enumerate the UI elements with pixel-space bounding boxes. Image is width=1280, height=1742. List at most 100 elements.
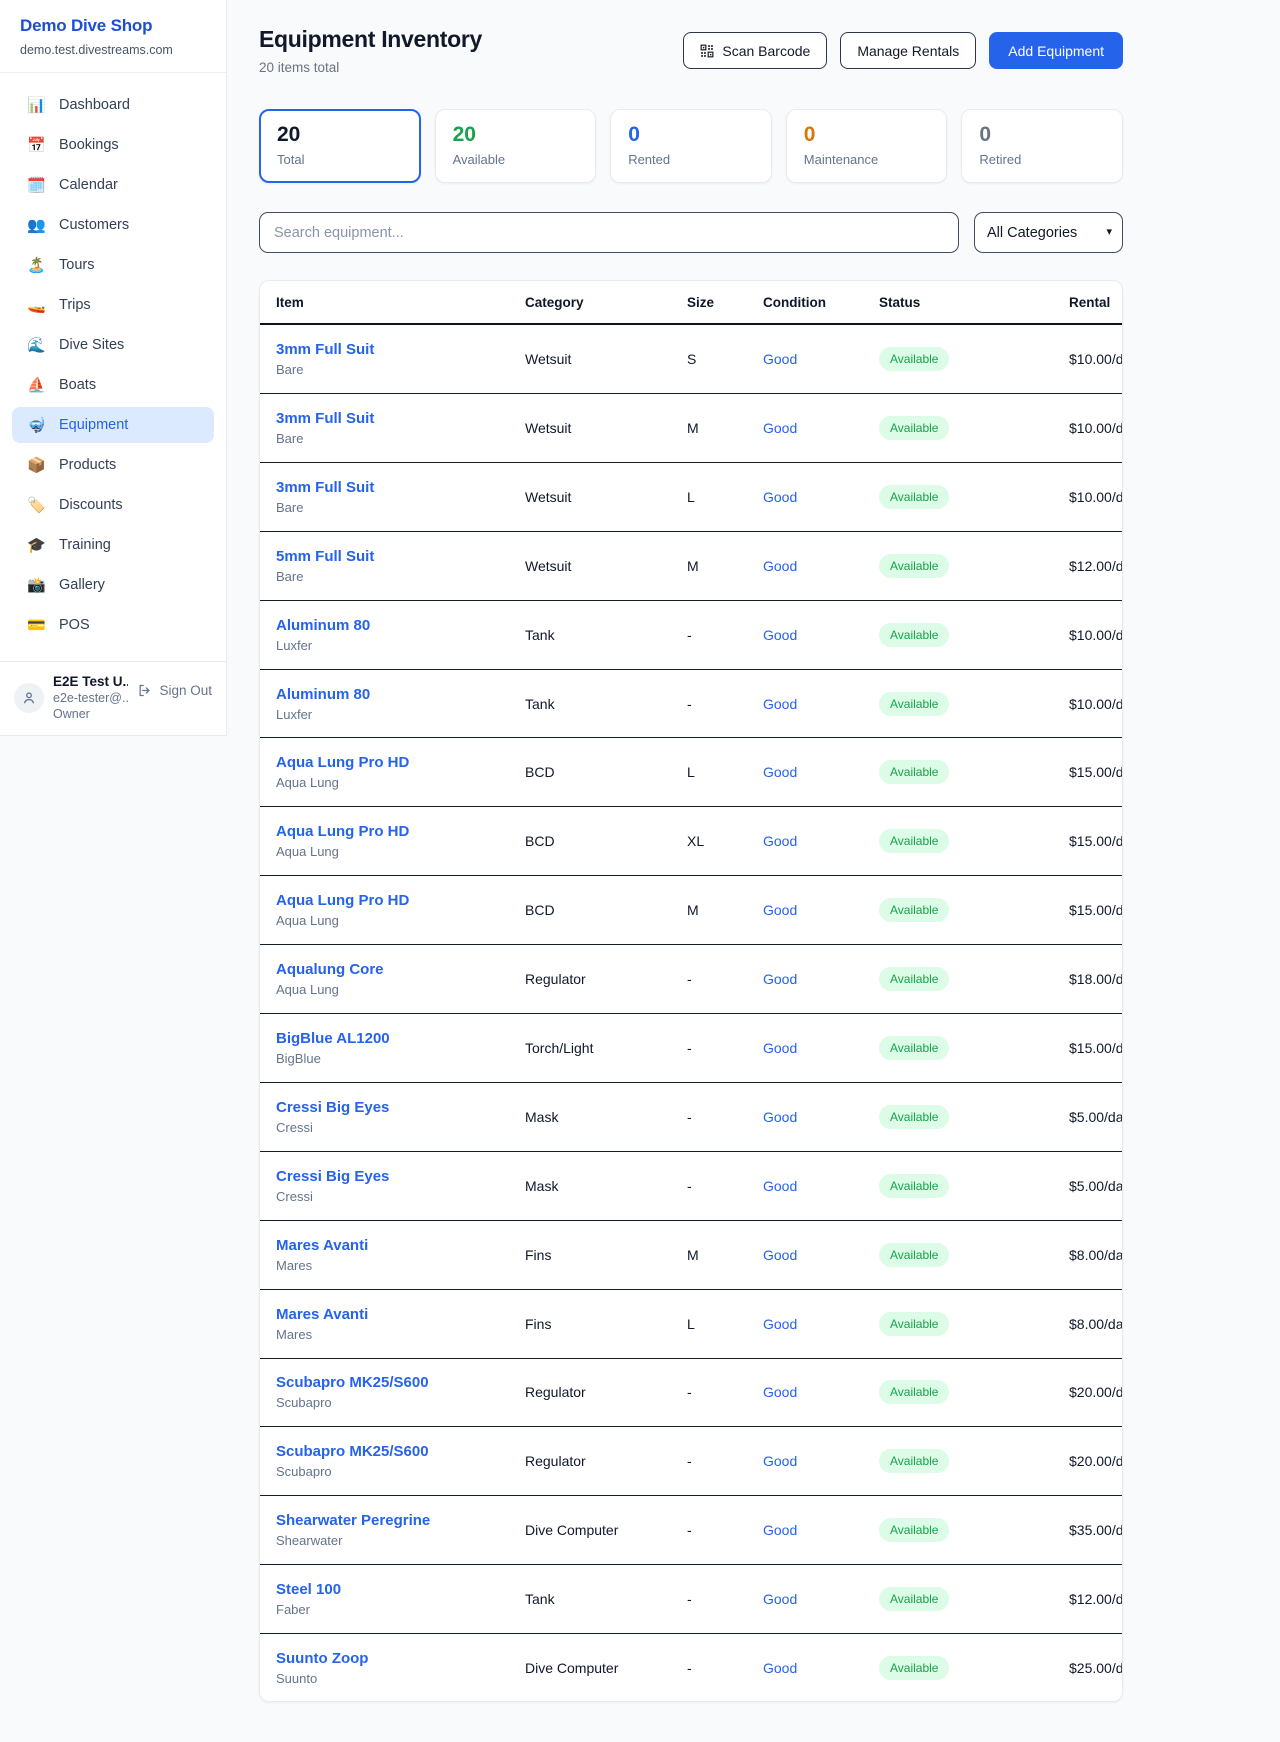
item-cell: Aqua Lung Pro HDAqua Lung [276,823,525,859]
condition-link[interactable]: Good [763,1660,879,1676]
item-brand: Faber [276,1602,525,1617]
status-cell: Available [879,1243,1069,1267]
status-badge: Available [879,1587,949,1611]
rental-cell: $15.00/day [1069,902,1123,918]
item-name-link[interactable]: Steel 100 [276,1581,525,1598]
condition-link[interactable]: Good [763,489,879,505]
item-name-link[interactable]: 3mm Full Suit [276,341,525,358]
item-name-link[interactable]: 3mm Full Suit [276,410,525,427]
item-cell: Cressi Big EyesCressi [276,1099,525,1135]
status-cell: Available [879,760,1069,784]
item-brand: Bare [276,569,525,584]
category-cell: Wetsuit [525,489,687,505]
condition-link[interactable]: Good [763,1316,879,1332]
stat-card-retired[interactable]: 0Retired [961,109,1123,183]
condition-link[interactable]: Good [763,627,879,643]
condition-link[interactable]: Good [763,696,879,712]
item-name-link[interactable]: BigBlue AL1200 [276,1030,525,1047]
condition-link[interactable]: Good [763,1178,879,1194]
category-cell: Torch/Light [525,1040,687,1056]
sign-out-button[interactable]: Sign Out [137,683,212,698]
condition-link[interactable]: Good [763,971,879,987]
condition-link[interactable]: Good [763,1247,879,1263]
condition-link[interactable]: Good [763,1384,879,1400]
sidebar-item-products[interactable]: 📦Products [12,447,214,483]
sidebar-item-tours[interactable]: 🏝️Tours [12,247,214,283]
item-name-link[interactable]: Shearwater Peregrine [276,1512,525,1529]
search-input[interactable] [259,212,959,253]
person-icon [21,690,37,706]
calendar-date-icon: 📅 [27,136,46,154]
item-name-link[interactable]: Cressi Big Eyes [276,1168,525,1185]
sidebar-item-trips[interactable]: 🚤Trips [12,287,214,323]
item-name-link[interactable]: Aluminum 80 [276,686,525,703]
condition-link[interactable]: Good [763,764,879,780]
item-name-link[interactable]: Aqua Lung Pro HD [276,892,525,909]
sidebar-item-boats[interactable]: ⛵Boats [12,367,214,403]
condition-link[interactable]: Good [763,1040,879,1056]
scan-barcode-button[interactable]: Scan Barcode [683,32,827,69]
category-cell: Fins [525,1316,687,1332]
sidebar-item-dive-sites[interactable]: 🌊Dive Sites [12,327,214,363]
status-badge: Available [879,1243,949,1267]
item-cell: Steel 100 Faber [276,1581,525,1617]
category-select[interactable]: All Categories [974,212,1123,253]
table-row: Cressi Big EyesCressiMask-GoodAvailable$… [260,1083,1122,1152]
category-select-wrap: All Categories ▾ [974,212,1123,253]
page-title-block: Equipment Inventory 20 items total [259,26,482,75]
sidebar-item-gallery[interactable]: 📸Gallery [12,567,214,603]
sidebar-item-training[interactable]: 🎓Training [12,527,214,563]
header-actions: Scan Barcode Manage Rentals Add Equipmen… [683,32,1123,69]
item-cell: Suunto Zoop Suunto [276,1650,525,1686]
add-equipment-button[interactable]: Add Equipment [989,32,1123,69]
barcode-scan-icon [700,44,714,58]
sidebar-item-dashboard[interactable]: 📊Dashboard [12,87,214,123]
item-name-link[interactable]: Aqualung Core [276,961,525,978]
condition-link[interactable]: Good [763,420,879,436]
item-name-link[interactable]: Suunto Zoop [276,1650,525,1667]
condition-link[interactable]: Good [763,1453,879,1469]
item-name-link[interactable]: Scubapro MK25/S600 [276,1443,525,1460]
sidebar-item-label: Products [59,457,116,473]
sidebar-item-customers[interactable]: 👥Customers [12,207,214,243]
sidebar-item-pos[interactable]: 💳POS [12,607,214,643]
item-name-link[interactable]: Aluminum 80 [276,617,525,634]
status-cell: Available [879,829,1069,853]
item-name-link[interactable]: Aqua Lung Pro HD [276,754,525,771]
item-name-link[interactable]: Mares Avanti [276,1306,525,1323]
stat-card-available[interactable]: 20Available [435,109,597,183]
sidebar-item-bookings[interactable]: 📅 Bookings [12,127,214,163]
stat-card-maintenance[interactable]: 0Maintenance [786,109,948,183]
rental-cell: $20.00/day [1069,1453,1123,1469]
condition-link[interactable]: Good [763,1109,879,1125]
sidebar-nav: 📊Dashboard 📅 Bookings 🗓️Calendar 👥Customers 🏝… [0,73,226,653]
condition-link[interactable]: Good [763,1522,879,1538]
logout-icon [137,683,152,698]
item-brand: Suunto [276,1671,525,1686]
condition-link[interactable]: Good [763,1591,879,1607]
sidebar-item-equipment[interactable]: 🤿Equipment [12,407,214,443]
condition-link[interactable]: Good [763,558,879,574]
manage-rentals-button[interactable]: Manage Rentals [840,32,976,69]
stat-card-total[interactable]: 20Total [259,109,421,183]
item-name-link[interactable]: Aqua Lung Pro HD [276,823,525,840]
sidebar-item-label: Bookings [59,137,119,153]
sidebar-item-label: Equipment [59,417,128,433]
item-name-link[interactable]: Mares Avanti [276,1237,525,1254]
condition-link[interactable]: Good [763,351,879,367]
condition-link[interactable]: Good [763,902,879,918]
status-badge: Available [879,760,949,784]
sidebar-item-calendar[interactable]: 🗓️Calendar [12,167,214,203]
item-name-link[interactable]: 5mm Full Suit [276,548,525,565]
table-row: Mares AvantiMaresFinsMGoodAvailable$8.00… [260,1221,1122,1290]
size-cell: - [687,1591,763,1607]
brand-domain: demo.test.divestreams.com [20,43,206,57]
sidebar-item-label: Customers [59,217,129,233]
stat-card-rented[interactable]: 0Rented [610,109,772,183]
condition-link[interactable]: Good [763,833,879,849]
item-name-link[interactable]: Scubapro MK25/S600 [276,1374,525,1391]
stat-label: Maintenance [804,152,930,167]
sidebar-item-discounts[interactable]: 🏷️Discounts [12,487,214,523]
item-name-link[interactable]: 3mm Full Suit [276,479,525,496]
item-name-link[interactable]: Cressi Big Eyes [276,1099,525,1116]
